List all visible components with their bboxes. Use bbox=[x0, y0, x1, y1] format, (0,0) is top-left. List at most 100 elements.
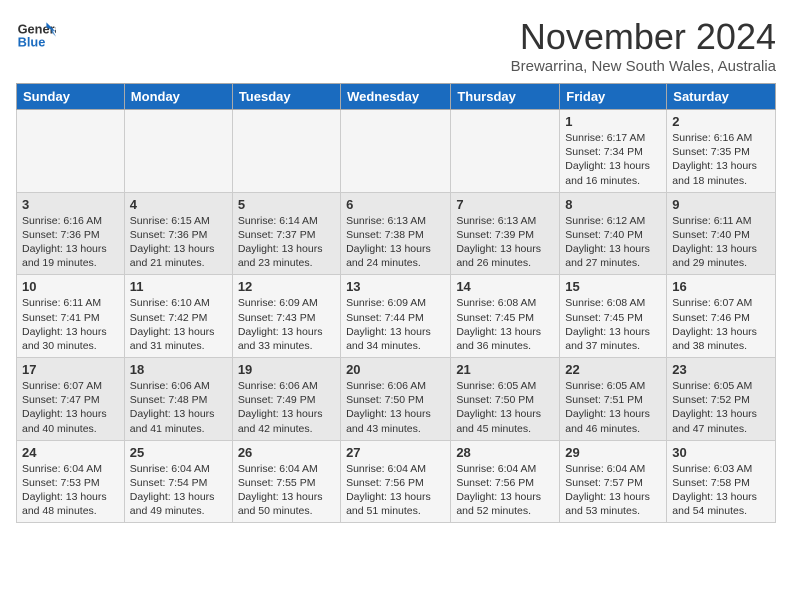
day-info: Sunrise: 6:14 AM Sunset: 7:37 PM Dayligh… bbox=[238, 214, 335, 271]
calendar-cell: 6Sunrise: 6:13 AM Sunset: 7:38 PM Daylig… bbox=[341, 192, 451, 275]
day-info: Sunrise: 6:07 AM Sunset: 7:47 PM Dayligh… bbox=[22, 379, 119, 436]
calendar-cell: 28Sunrise: 6:04 AM Sunset: 7:56 PM Dayli… bbox=[451, 440, 560, 523]
location-title: Brewarrina, New South Wales, Australia bbox=[511, 58, 776, 75]
month-title: November 2024 bbox=[511, 16, 776, 58]
calendar-cell: 25 Sunrise: 6:04 AM Sunset: 7:54 PM Dayli… bbox=[124, 440, 232, 523]
day-info: Sunrise: 6:06 AM Sunset: 7:48 PM Dayligh… bbox=[130, 379, 227, 436]
day-info: Sunrise: 6:17 AM Sunset: 7:34 PM Dayligh… bbox=[565, 131, 661, 188]
day-header-saturday: Saturday bbox=[667, 84, 776, 110]
day-info: Sunrise: 6:06 AM Sunset: 7:50 PM Dayligh… bbox=[346, 379, 445, 436]
day-info: Sunrise: 6:05 AM Sunset: 7:52 PM Dayligh… bbox=[672, 379, 770, 436]
day-info: Sunrise: 6:10 AM Sunset: 7:42 PM Dayligh… bbox=[130, 296, 227, 353]
calendar-week-row: 24 Sunrise: 6:04 AM Sunset: 7:53 PM Dayli… bbox=[17, 440, 776, 523]
day-number: 9 bbox=[672, 197, 770, 212]
day-info: Sunrise: 6:04 AM Sunset: 7:55 PM Dayligh… bbox=[238, 462, 335, 519]
calendar-cell: 5 Sunrise: 6:14 AM Sunset: 7:37 PM Daylig… bbox=[232, 192, 340, 275]
calendar-week-row: 10Sunrise: 6:11 AM Sunset: 7:41 PM Dayli… bbox=[17, 275, 776, 358]
calendar-cell: 26 Sunrise: 6:04 AM Sunset: 7:55 PM Dayli… bbox=[232, 440, 340, 523]
day-number: 17 bbox=[22, 362, 119, 377]
day-header-friday: Friday bbox=[560, 84, 667, 110]
calendar-cell: 2 Sunrise: 6:16 AM Sunset: 7:35 PM Daylig… bbox=[667, 110, 776, 193]
day-number: 21 bbox=[456, 362, 554, 377]
calendar-cell bbox=[451, 110, 560, 193]
calendar-cell: 24 Sunrise: 6:04 AM Sunset: 7:53 PM Dayli… bbox=[17, 440, 125, 523]
day-number: 23 bbox=[672, 362, 770, 377]
day-info: Sunrise: 6:16 AM Sunset: 7:36 PM Dayligh… bbox=[22, 214, 119, 271]
calendar-cell: 20 Sunrise: 6:06 AM Sunset: 7:50 PM Dayli… bbox=[341, 358, 451, 441]
title-area: November 2024 Brewarrina, New South Wale… bbox=[511, 16, 776, 75]
day-header-thursday: Thursday bbox=[451, 84, 560, 110]
day-info: Sunrise: 6:11 AM Sunset: 7:41 PM Dayligh… bbox=[22, 296, 119, 353]
calendar-cell: 13Sunrise: 6:09 AM Sunset: 7:44 PM Dayli… bbox=[341, 275, 451, 358]
calendar-cell: 3 Sunrise: 6:16 AM Sunset: 7:36 PM Daylig… bbox=[17, 192, 125, 275]
day-number: 16 bbox=[672, 279, 770, 294]
day-info: Sunrise: 6:04 AM Sunset: 7:56 PM Dayligh… bbox=[346, 462, 445, 519]
calendar-cell: 9 Sunrise: 6:11 AM Sunset: 7:40 PM Daylig… bbox=[667, 192, 776, 275]
day-number: 2 bbox=[672, 114, 770, 129]
day-info: Sunrise: 6:05 AM Sunset: 7:50 PM Dayligh… bbox=[456, 379, 554, 436]
page-header: General Blue November 2024 Brewarrina, N… bbox=[16, 16, 776, 75]
calendar-cell: 21 Sunrise: 6:05 AM Sunset: 7:50 PM Dayli… bbox=[451, 358, 560, 441]
day-number: 25 bbox=[130, 445, 227, 460]
day-info: Sunrise: 6:04 AM Sunset: 7:54 PM Dayligh… bbox=[130, 462, 227, 519]
calendar-cell: 18 Sunrise: 6:06 AM Sunset: 7:48 PM Dayli… bbox=[124, 358, 232, 441]
day-number: 3 bbox=[22, 197, 119, 212]
day-info: Sunrise: 6:13 AM Sunset: 7:39 PM Dayligh… bbox=[456, 214, 554, 271]
calendar-week-row: 3 Sunrise: 6:16 AM Sunset: 7:36 PM Daylig… bbox=[17, 192, 776, 275]
day-info: Sunrise: 6:08 AM Sunset: 7:45 PM Dayligh… bbox=[565, 296, 661, 353]
calendar-cell: 30 Sunrise: 6:03 AM Sunset: 7:58 PM Dayli… bbox=[667, 440, 776, 523]
calendar-cell: 15 Sunrise: 6:08 AM Sunset: 7:45 PM Dayli… bbox=[560, 275, 667, 358]
day-info: Sunrise: 6:11 AM Sunset: 7:40 PM Dayligh… bbox=[672, 214, 770, 271]
day-number: 20 bbox=[346, 362, 445, 377]
calendar-cell: 11 Sunrise: 6:10 AM Sunset: 7:42 PM Dayli… bbox=[124, 275, 232, 358]
calendar-cell: 1 Sunrise: 6:17 AM Sunset: 7:34 PM Daylig… bbox=[560, 110, 667, 193]
day-number: 18 bbox=[130, 362, 227, 377]
day-info: Sunrise: 6:05 AM Sunset: 7:51 PM Dayligh… bbox=[565, 379, 661, 436]
calendar-cell bbox=[232, 110, 340, 193]
calendar-cell: 23 Sunrise: 6:05 AM Sunset: 7:52 PM Dayli… bbox=[667, 358, 776, 441]
calendar-cell: 16 Sunrise: 6:07 AM Sunset: 7:46 PM Dayli… bbox=[667, 275, 776, 358]
calendar-week-row: 1 Sunrise: 6:17 AM Sunset: 7:34 PM Daylig… bbox=[17, 110, 776, 193]
day-number: 11 bbox=[130, 279, 227, 294]
day-info: Sunrise: 6:08 AM Sunset: 7:45 PM Dayligh… bbox=[456, 296, 554, 353]
day-number: 7 bbox=[456, 197, 554, 212]
calendar-cell: 17 Sunrise: 6:07 AM Sunset: 7:47 PM Dayli… bbox=[17, 358, 125, 441]
day-number: 14 bbox=[456, 279, 554, 294]
calendar-cell: 8Sunrise: 6:12 AM Sunset: 7:40 PM Daylig… bbox=[560, 192, 667, 275]
day-info: Sunrise: 6:16 AM Sunset: 7:35 PM Dayligh… bbox=[672, 131, 770, 188]
day-info: Sunrise: 6:09 AM Sunset: 7:43 PM Dayligh… bbox=[238, 296, 335, 353]
day-number: 12 bbox=[238, 279, 335, 294]
day-info: Sunrise: 6:04 AM Sunset: 7:56 PM Dayligh… bbox=[456, 462, 554, 519]
svg-text:Blue: Blue bbox=[18, 34, 46, 49]
day-number: 27 bbox=[346, 445, 445, 460]
day-number: 5 bbox=[238, 197, 335, 212]
logo-icon: General Blue bbox=[16, 16, 56, 56]
day-number: 1 bbox=[565, 114, 661, 129]
logo: General Blue bbox=[16, 16, 56, 56]
day-info: Sunrise: 6:04 AM Sunset: 7:53 PM Dayligh… bbox=[22, 462, 119, 519]
day-number: 13 bbox=[346, 279, 445, 294]
day-number: 26 bbox=[238, 445, 335, 460]
calendar-cell: 4Sunrise: 6:15 AM Sunset: 7:36 PM Daylig… bbox=[124, 192, 232, 275]
calendar-cell bbox=[17, 110, 125, 193]
day-number: 6 bbox=[346, 197, 445, 212]
day-header-wednesday: Wednesday bbox=[341, 84, 451, 110]
day-number: 4 bbox=[130, 197, 227, 212]
calendar-header-row: SundayMondayTuesdayWednesdayThursdayFrid… bbox=[17, 84, 776, 110]
calendar-cell: 27 Sunrise: 6:04 AM Sunset: 7:56 PM Dayli… bbox=[341, 440, 451, 523]
day-number: 24 bbox=[22, 445, 119, 460]
calendar-cell: 22 Sunrise: 6:05 AM Sunset: 7:51 PM Dayli… bbox=[560, 358, 667, 441]
day-number: 15 bbox=[565, 279, 661, 294]
day-number: 30 bbox=[672, 445, 770, 460]
day-header-monday: Monday bbox=[124, 84, 232, 110]
calendar-cell: 7 Sunrise: 6:13 AM Sunset: 7:39 PM Daylig… bbox=[451, 192, 560, 275]
day-info: Sunrise: 6:07 AM Sunset: 7:46 PM Dayligh… bbox=[672, 296, 770, 353]
day-info: Sunrise: 6:03 AM Sunset: 7:58 PM Dayligh… bbox=[672, 462, 770, 519]
calendar-week-row: 17 Sunrise: 6:07 AM Sunset: 7:47 PM Dayli… bbox=[17, 358, 776, 441]
day-header-tuesday: Tuesday bbox=[232, 84, 340, 110]
day-number: 19 bbox=[238, 362, 335, 377]
day-number: 22 bbox=[565, 362, 661, 377]
day-header-sunday: Sunday bbox=[17, 84, 125, 110]
day-number: 29 bbox=[565, 445, 661, 460]
calendar-cell: 19Sunrise: 6:06 AM Sunset: 7:49 PM Dayli… bbox=[232, 358, 340, 441]
